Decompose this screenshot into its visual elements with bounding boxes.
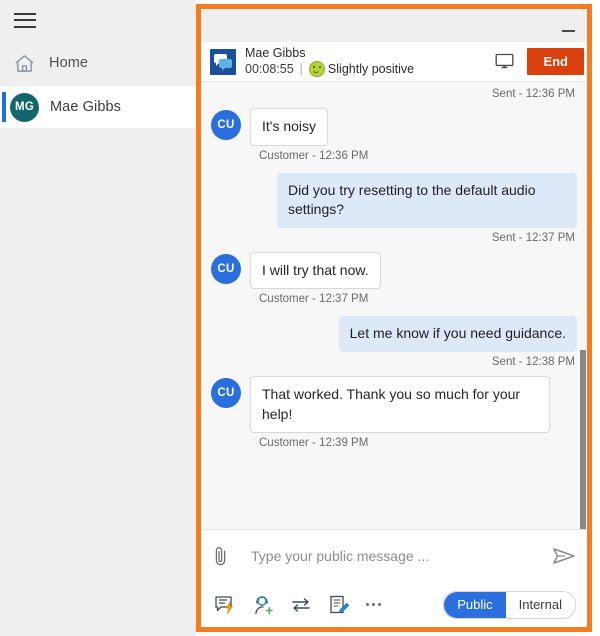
end-chat-button[interactable]: End [527, 48, 584, 75]
message-timestamp: Customer - 12:39 PM [259, 437, 369, 450]
panel-titlebar [201, 9, 587, 42]
visibility-toggle: Public Internal [443, 590, 576, 619]
send-paper-plane-icon[interactable] [551, 545, 577, 567]
message-timestamp: Customer - 12:37 PM [259, 293, 369, 306]
avatar: CU [211, 377, 241, 408]
conversation-meta: Mae Gibbs 00:08:55 | Slightly positive [245, 45, 495, 78]
hamburger-line [14, 19, 36, 21]
visibility-option-public[interactable]: Public [444, 591, 506, 618]
avatar-initials: CU [217, 119, 235, 131]
message-bubble: Did you try resetting to the default aud… [277, 172, 577, 228]
smiley-mouth [312, 69, 319, 74]
chat-bubbles-icon [210, 48, 236, 75]
hamburger-line [14, 25, 36, 28]
minimize-icon[interactable] [561, 20, 575, 32]
smiley-eye-right [318, 66, 321, 69]
notes-icon[interactable] [328, 594, 350, 616]
app-root: Home MG Mae Gibbs Mae Gibbs 00:08:55 | S… [0, 0, 600, 636]
sidebar-item-home[interactable]: Home [0, 40, 196, 86]
message-row-inbound: CU I will try that now. [211, 251, 577, 290]
message-timestamp: Sent - 12:37 PM [491, 231, 575, 244]
paperclip-icon[interactable] [212, 545, 229, 567]
dot [372, 603, 375, 606]
session-timer: 00:08:55 [245, 62, 294, 76]
smiley-eye-left [312, 66, 315, 69]
home-icon [15, 54, 34, 72]
message-list: Sent - 12:36 PM CU It's noisy Customer -… [201, 82, 587, 529]
avatar: CU [211, 110, 241, 140]
chat-panel: Mae Gibbs 00:08:55 | Slightly positive E… [196, 4, 592, 632]
visibility-option-internal[interactable]: Internal [505, 591, 575, 618]
conversation-subline: 00:08:55 | Slightly positive [245, 61, 495, 78]
message-row-outbound: Let me know if you need guidance. [211, 316, 577, 352]
avatar-initials: CU [217, 386, 235, 399]
conversation-title: Mae Gibbs [245, 45, 306, 60]
transfer-icon[interactable] [290, 594, 312, 616]
quick-response-icon[interactable] [214, 594, 236, 616]
composer-toolbar: Public Internal [201, 582, 587, 627]
avatar: MG [10, 92, 39, 122]
monitor-icon[interactable] [495, 53, 514, 70]
composer-input-row [201, 530, 587, 582]
message-bubble: It's noisy [250, 108, 329, 146]
message-row-inbound: CU It's noisy [211, 108, 577, 146]
dot [378, 603, 381, 606]
more-options-icon[interactable] [366, 594, 381, 616]
scrollbar-thumb[interactable] [580, 350, 586, 529]
add-agent-icon[interactable] [252, 594, 274, 616]
avatar-initials: CU [217, 262, 235, 275]
message-input[interactable] [249, 547, 543, 565]
dot [366, 603, 369, 606]
minimize-dash [561, 29, 575, 32]
conversation-header: Mae Gibbs 00:08:55 | Slightly positive E… [201, 42, 587, 82]
message-timestamp: Sent - 12:36 PM [491, 88, 575, 100]
sidebar-item-mae-gibbs[interactable]: MG Mae Gibbs [0, 86, 196, 128]
message-bubble: I will try that now. [250, 251, 381, 290]
sentiment-label: Slightly positive [327, 62, 415, 76]
sidebar: Home MG Mae Gibbs [0, 0, 196, 636]
message-scrollbar[interactable] [578, 82, 587, 529]
message-bubble: That worked. Thank you so much for your … [250, 375, 550, 434]
message-bubble: Let me know if you need guidance. [338, 316, 577, 352]
message-row-outbound: Did you try resetting to the default aud… [211, 172, 577, 228]
message-row-inbound: CU That worked. Thank you so much for yo… [211, 375, 577, 434]
avatar: CU [211, 253, 241, 284]
avatar-initials: MG [14, 101, 35, 113]
smiley-slightly-positive-icon [308, 61, 325, 78]
separator: | [299, 62, 303, 76]
message-timestamp: Sent - 12:38 PM [491, 355, 575, 368]
hamburger-menu-wrap [0, 0, 196, 40]
hamburger-line [14, 12, 36, 15]
sidebar-item-label: Mae Gibbs [50, 99, 122, 115]
sidebar-item-label: Home [49, 55, 89, 71]
message-timestamp: Customer - 12:36 PM [259, 149, 369, 162]
chat-bubble-front [219, 58, 232, 71]
hamburger-icon[interactable] [14, 12, 36, 28]
message-composer: Public Internal [201, 529, 587, 627]
